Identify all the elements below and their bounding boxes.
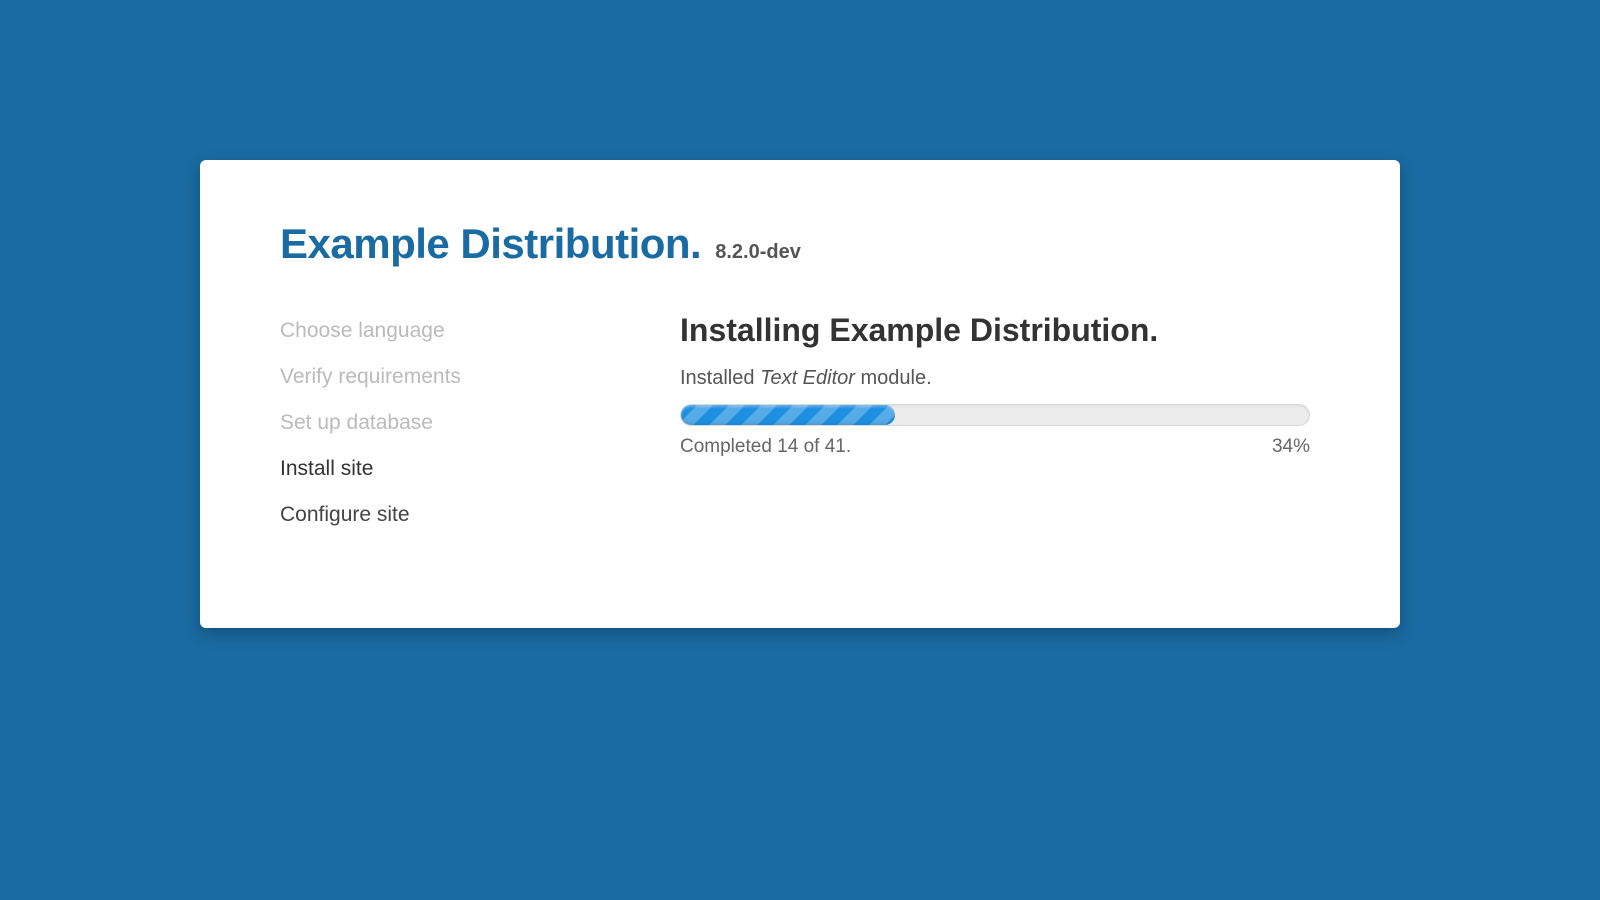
step-setup-database: Set up database [280,400,640,446]
header: Example Distribution. 8.2.0-dev [280,220,1320,268]
installer-card: Example Distribution. 8.2.0-dev Choose l… [200,160,1400,628]
step-label: Choose language [280,319,640,343]
status-suffix: module. [855,367,932,389]
status-prefix: Installed [680,367,760,389]
steps-sidebar: Choose language Verify requirements Set … [280,308,640,538]
version-label: 8.2.0-dev [715,241,801,264]
step-install-site: Install site [280,446,640,492]
progress-bar [680,404,1310,426]
main-panel: Installing Example Distribution. Install… [680,308,1320,538]
site-title: Example Distribution. [280,220,701,268]
content-area: Choose language Verify requirements Set … [280,308,1320,538]
progress-percent-label: 34% [1272,436,1310,458]
step-label: Set up database [280,411,640,435]
install-heading: Installing Example Distribution. [680,312,1320,349]
status-module-name: Text Editor [760,367,855,389]
step-label: Configure site [280,503,640,527]
step-label: Verify requirements [280,365,640,389]
step-configure-site: Configure site [280,492,640,538]
progress-meta: Completed 14 of 41. 34% [680,436,1310,458]
step-verify-requirements: Verify requirements [280,354,640,400]
progress-completed-label: Completed 14 of 41. [680,436,851,458]
step-label: Install site [280,457,640,481]
progress-fill [681,405,895,425]
step-choose-language: Choose language [280,308,640,354]
status-line: Installed Text Editor module. [680,367,1320,390]
